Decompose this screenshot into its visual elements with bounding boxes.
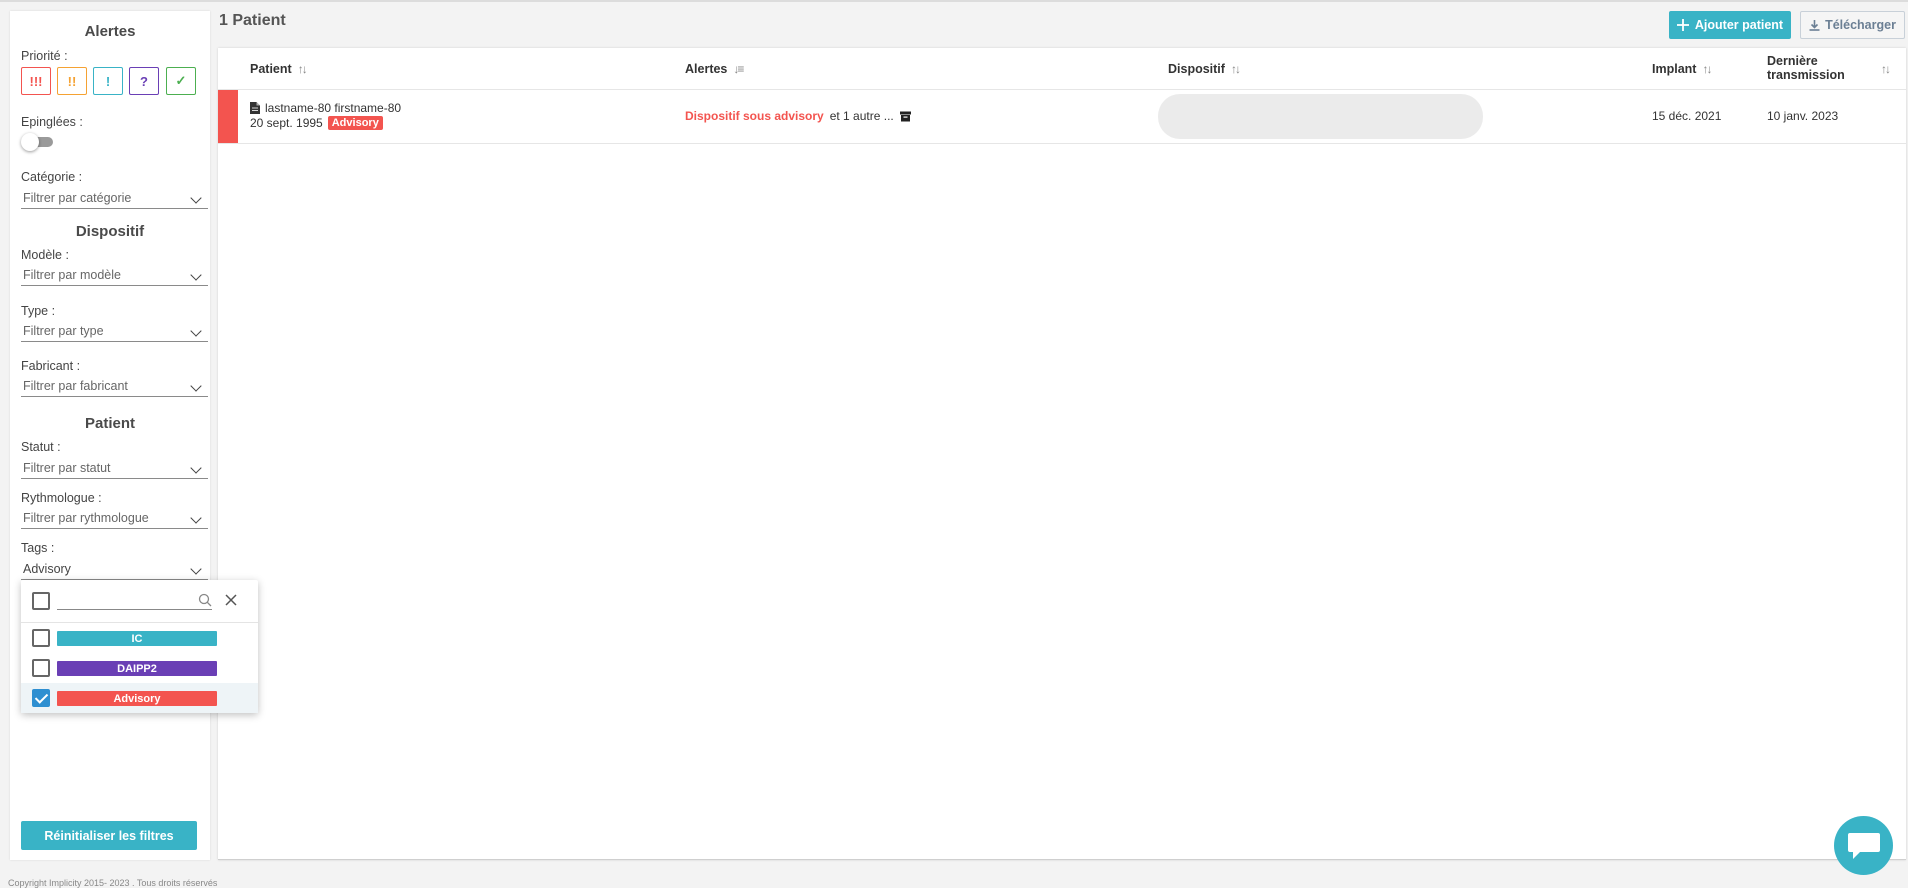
priority-unknown-button[interactable]: ?	[129, 67, 159, 95]
alert-text: Dispositif sous advisory	[685, 109, 824, 123]
patient-birthdate: 20 sept. 1995	[250, 116, 323, 130]
copyright-footer: Copyright Implicity 2015- 2023 . Tous dr…	[8, 878, 218, 888]
add-patient-button[interactable]: Ajouter patient	[1669, 11, 1791, 39]
column-header-patient[interactable]: Patient ↑↓	[250, 62, 308, 76]
alertes-section-title: Alertes	[84, 23, 136, 40]
tag-checkbox[interactable]	[32, 629, 50, 647]
pinned-toggle[interactable]	[21, 133, 55, 151]
status-select[interactable]: Filtrer par statut	[21, 459, 208, 479]
type-select[interactable]: Filtrer par type	[21, 322, 208, 342]
tag-pill: IC	[57, 631, 217, 646]
download-button[interactable]: Télécharger	[1800, 11, 1905, 39]
category-select[interactable]: Filtrer par catégorie	[21, 189, 208, 209]
tag-checkbox[interactable]	[32, 659, 50, 677]
manufacturer-label: Fabricant :	[21, 359, 81, 373]
alert-more-text[interactable]: et 1 autre ...	[830, 109, 894, 123]
select-all-checkbox[interactable]	[32, 592, 50, 610]
rhythmologist-select[interactable]: Filtrer par rythmologue	[21, 509, 208, 529]
tags-search-field[interactable]	[57, 590, 212, 610]
tag-option-ic[interactable]: IC	[21, 623, 258, 653]
table-bottom-border	[218, 859, 1906, 860]
tag-badge: Advisory	[327, 116, 383, 130]
sort-icon: ↑↓	[297, 62, 308, 76]
tag-pill: DAIPP2	[57, 661, 217, 676]
table-row[interactable]: lastname-80 firstname-80 20 sept. 1995 A…	[218, 90, 1906, 144]
priority-ok-button[interactable]: ✓	[166, 67, 196, 95]
chevron-down-icon	[190, 462, 202, 474]
document-icon	[250, 102, 260, 114]
tag-option-daipp2[interactable]: DAIPP2	[21, 653, 258, 683]
column-header-alerts[interactable]: Alertes ↓≡	[685, 62, 744, 76]
pinned-label: Epinglées :	[21, 115, 83, 129]
implant-date: 15 déc. 2021	[1652, 109, 1722, 123]
chevron-down-icon	[190, 380, 202, 392]
category-label: Catégorie :	[21, 170, 83, 184]
filters-sidebar: Alertes Priorité : !!! !! ! ? ✓ Epinglée…	[10, 11, 210, 860]
tag-option-advisory[interactable]: Advisory	[21, 683, 258, 713]
tags-label: Tags :	[21, 541, 55, 555]
device-placeholder	[1158, 94, 1483, 139]
reset-filters-button[interactable]: Réinitialiser les filtres	[21, 821, 197, 850]
sort-icon: ↑↓	[1230, 62, 1241, 76]
sort-icon: ↑↓	[1702, 62, 1712, 76]
tags-select[interactable]: Advisory	[21, 560, 208, 580]
manufacturer-select[interactable]: Filtrer par fabricant	[21, 377, 208, 397]
search-icon	[198, 593, 212, 607]
column-header-device[interactable]: Dispositif ↑↓	[1168, 62, 1241, 76]
chat-button[interactable]	[1834, 816, 1893, 875]
model-label: Modèle :	[21, 248, 69, 262]
column-header-last-transmission[interactable]: Dernière transmission	[1767, 54, 1845, 82]
sort-desc-icon: ↓≡	[733, 62, 744, 76]
chat-bubble-icon	[1847, 832, 1880, 859]
chevron-down-icon	[190, 325, 202, 337]
critical-alert-flag	[218, 90, 238, 143]
close-icon[interactable]	[225, 594, 237, 606]
dispositif-section-title: Dispositif	[75, 223, 145, 240]
archive-icon[interactable]	[899, 111, 911, 122]
priority-medium-button[interactable]: !	[93, 67, 123, 95]
tags-dropdown-panel: IC DAIPP2 Advisory	[21, 580, 258, 713]
chevron-down-icon	[190, 192, 202, 204]
download-icon	[1809, 19, 1820, 31]
plus-icon	[1676, 19, 1689, 31]
model-select[interactable]: Filtrer par modèle	[21, 266, 208, 286]
tag-pill: Advisory	[57, 691, 217, 706]
status-label: Statut :	[21, 440, 61, 454]
chevron-down-icon	[190, 563, 202, 575]
tag-checkbox[interactable]	[32, 689, 50, 707]
priority-label: Priorité :	[21, 49, 68, 63]
top-border	[0, 0, 1908, 2]
column-header-implant[interactable]: Implant ↑↓	[1652, 62, 1712, 76]
page-title: 1 Patient	[219, 12, 286, 29]
type-label: Type :	[21, 304, 56, 318]
patients-table: Patient ↑↓ Alertes ↓≡ Dispositif ↑↓ Impl…	[218, 48, 1906, 860]
chevron-down-icon	[190, 512, 202, 524]
priority-critical-button[interactable]: !!!	[21, 67, 51, 95]
priority-high-button[interactable]: !!	[57, 67, 87, 95]
patient-section-title: Patient	[84, 415, 135, 432]
sort-icon[interactable]: ↑↓	[1881, 62, 1891, 76]
patient-name[interactable]: lastname-80 firstname-80	[265, 101, 401, 115]
last-transmission-date: 10 janv. 2023	[1767, 109, 1839, 123]
toggle-knob	[21, 133, 39, 151]
rhythmologist-label: Rythmologue :	[21, 491, 102, 505]
chevron-down-icon	[190, 269, 202, 281]
tags-search-input[interactable]	[57, 590, 187, 608]
